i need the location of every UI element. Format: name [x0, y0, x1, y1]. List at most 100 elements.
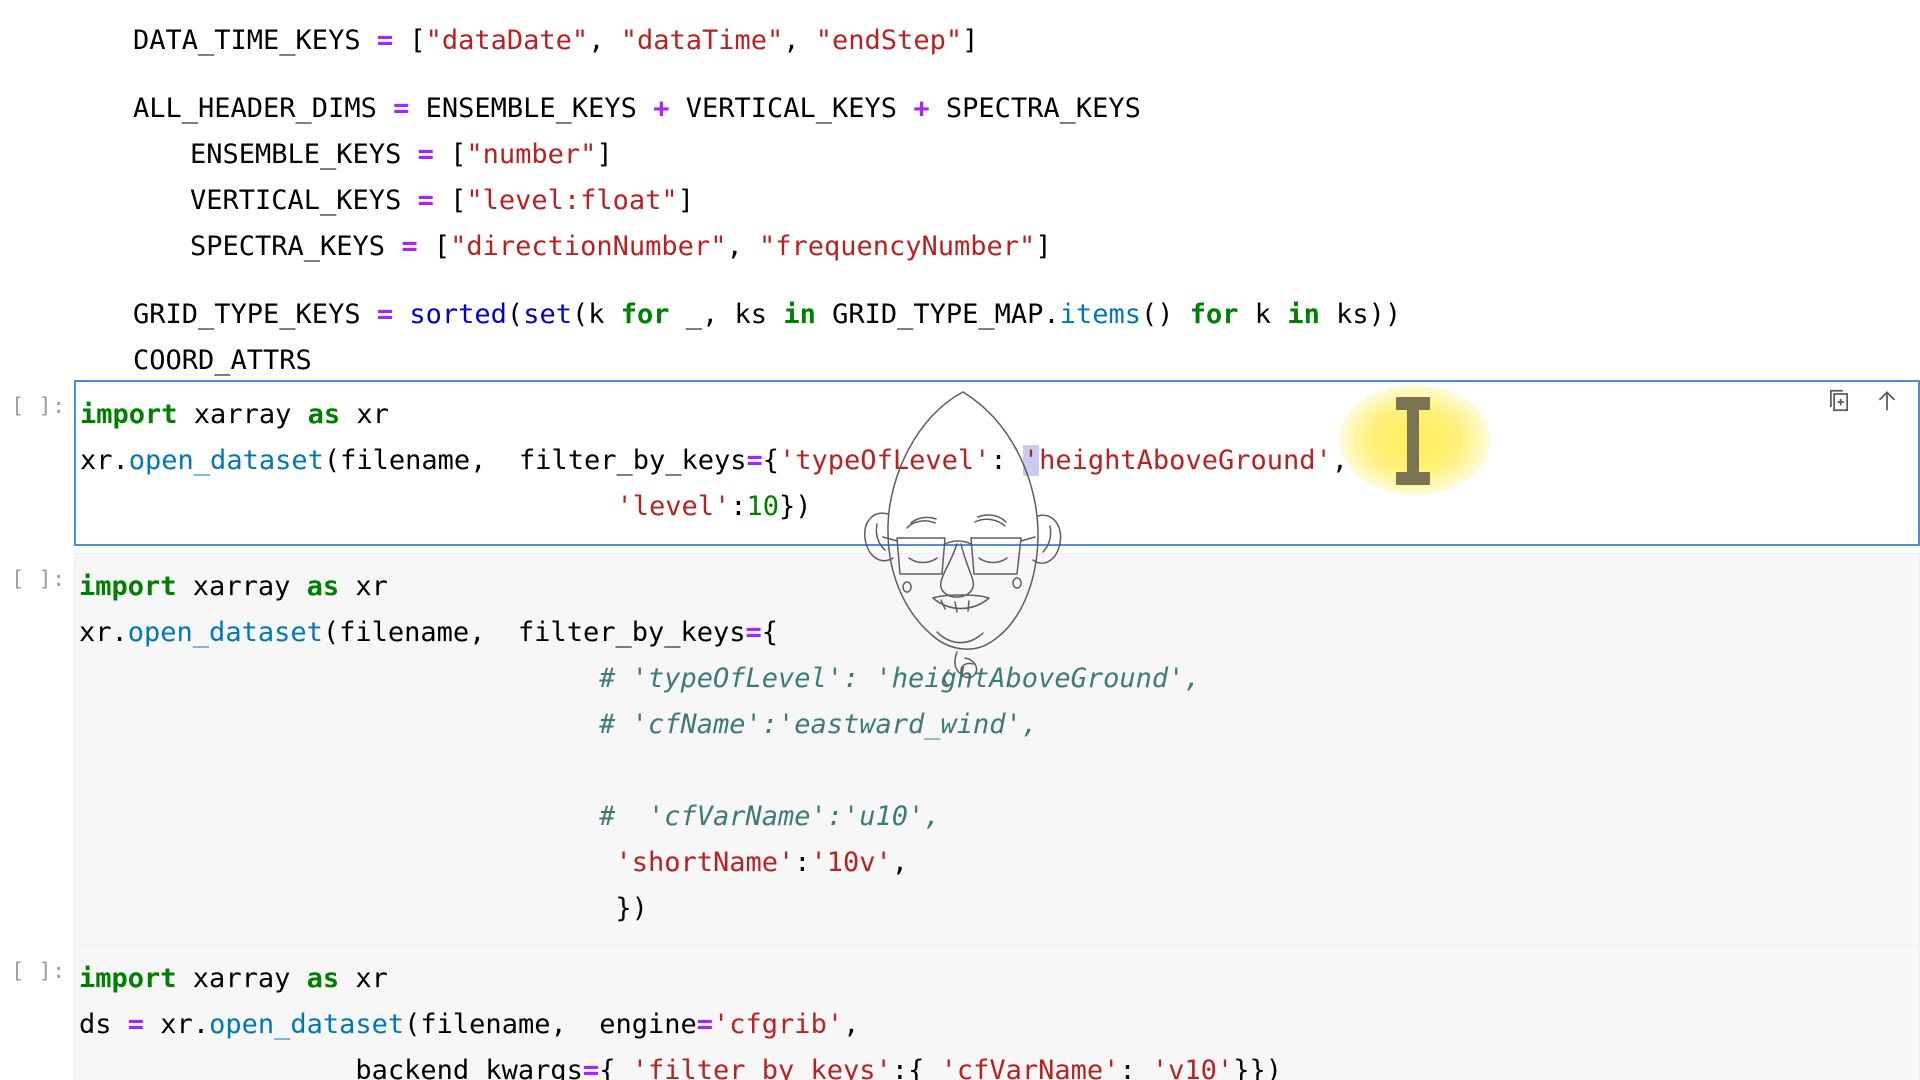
code-token: import — [80, 399, 178, 430]
code-token: ] — [1035, 231, 1052, 262]
duplicate-cell-icon[interactable] — [1826, 388, 1852, 414]
code-token: "dataTime" — [620, 25, 784, 56]
code-token: ALL_HEADER_DIMS — [133, 93, 394, 124]
code-line: ENSEMBLE_KEYS = ["number"] — [0, 132, 1920, 178]
code-token: = — [745, 617, 762, 648]
cell-toolbar — [1826, 388, 1900, 414]
code-line[interactable]: import xarray as xr — [79, 956, 1919, 1002]
code-line: SPECTRA_KEYS = ["directionNumber", "freq… — [0, 224, 1920, 270]
code-token: COORD_ATTRS — [133, 345, 312, 376]
code-token: + — [653, 93, 670, 124]
code-token: ] — [962, 25, 979, 56]
code-line[interactable]: import xarray as xr — [79, 564, 1919, 610]
code-token: "endStep" — [815, 25, 963, 56]
code-token: = — [582, 1055, 600, 1080]
code-token: ds — [79, 1009, 128, 1040]
code-token: { — [761, 617, 779, 648]
code-token: "level:float" — [466, 185, 678, 216]
code-token: in — [783, 299, 816, 330]
code-token: GRID_TYPE_MAP. — [815, 299, 1060, 330]
cell-editor[interactable]: import xarray as xr ds = xr.open_dataset(… — [74, 945, 1920, 1080]
code-token: [ — [433, 185, 467, 216]
code-token: 'typeOfLevel' — [779, 445, 991, 476]
code-token: for — [1189, 299, 1239, 330]
code-token: "frequencyNumber" — [758, 231, 1036, 262]
code-token: : — [990, 445, 1023, 476]
code-line: ALL_HEADER_DIMS = ENSEMBLE_KEYS + VERTIC… — [0, 86, 1920, 132]
code-line[interactable]: import xarray as xr — [80, 392, 1918, 438]
code-token: 'level' — [616, 491, 731, 522]
cell-execution-prompt: [ ]: — [11, 394, 66, 418]
code-token: xarray — [177, 399, 308, 430]
code-token: xr. — [80, 445, 129, 476]
code-token: "directionNumber" — [450, 231, 727, 262]
code-line[interactable]: # 'typeOfLevel': 'heightAboveGround', — [79, 656, 1919, 702]
cell-editor-active[interactable]: import xarray as xr xr.open_dataset(filen… — [74, 380, 1920, 546]
code-token: 'cfgrib' — [713, 1009, 844, 1040]
code-line[interactable]: ds = xr.open_dataset(filename, engine='c… — [79, 1002, 1919, 1048]
code-token: }) — [79, 893, 648, 924]
code-token: SPECTRA_KEYS — [929, 93, 1141, 124]
code-token: { — [599, 1055, 632, 1080]
code-token: ENSEMBLE_KEYS — [409, 93, 654, 124]
code-token: ' — [1022, 445, 1040, 476]
code-token: open_dataset — [127, 617, 323, 648]
code-line[interactable]: backend_kwargs={ 'filter_by_keys':{ 'cfV… — [79, 1048, 1919, 1080]
notebook-cell[interactable]: [ ]: import xarray as xr xr.open_dataset(f… — [0, 380, 1920, 546]
code-token: import — [79, 963, 177, 994]
source-code-listing: DATA_TIME_KEYS = ["dataDate", "dataTime"… — [0, 0, 1920, 384]
code-token: (filename, filter_by_keys — [323, 445, 747, 476]
code-token: 'cfVarName' — [940, 1055, 1120, 1080]
code-token: open_dataset — [128, 445, 324, 476]
notebook-cell[interactable]: [ ]: import xarray as xr ds = xr.open_data… — [0, 945, 1920, 1080]
code-token: xr. — [79, 617, 128, 648]
code-token: as — [306, 963, 340, 994]
code-line[interactable]: 'level':10}) — [80, 484, 1918, 530]
code-line: COORD_ATTRS — [0, 338, 1920, 384]
code-token: = — [376, 299, 394, 330]
code-token: { — [762, 445, 780, 476]
code-token: "dataDate" — [425, 25, 589, 56]
code-token: xarray — [176, 963, 307, 994]
code-token: = — [417, 139, 434, 170]
code-token: , — [783, 25, 816, 56]
code-token: : — [730, 491, 747, 522]
code-line[interactable]: xr.open_dataset(filename, filter_by_keys… — [80, 438, 1918, 484]
code-token: }}) — [1233, 1055, 1282, 1080]
notebook-cell[interactable]: [ ]: import xarray as xr xr.open_dataset(f… — [0, 553, 1920, 947]
cell-editor[interactable]: import xarray as xr xr.open_dataset(filen… — [74, 553, 1920, 947]
code-token: # 'cfName':'eastward_wind', — [599, 709, 1039, 740]
code-token: }) — [779, 491, 812, 522]
code-token: { — [908, 1055, 941, 1080]
code-token: ] — [596, 139, 613, 170]
code-line[interactable]: # 'cfName':'eastward_wind', — [79, 702, 1919, 748]
code-line[interactable]: }) — [79, 886, 1919, 932]
code-token: xr. — [144, 1009, 210, 1040]
code-line[interactable]: 'shortName':'10v', — [79, 840, 1919, 886]
code-line[interactable]: xr.open_dataset(filename, filter_by_keys… — [79, 610, 1919, 656]
code-line[interactable]: # 'cfVarName':'u10', — [79, 794, 1919, 840]
code-token: [ — [433, 139, 467, 170]
code-token: VERTICAL_KEYS — [669, 93, 914, 124]
move-cell-up-icon[interactable] — [1874, 388, 1900, 414]
code-token: # 'cfVarName':'u10', — [599, 801, 941, 832]
code-token: xr — [340, 399, 389, 430]
code-token: '10v' — [810, 847, 892, 878]
code-token: DATA_TIME_KEYS — [133, 25, 377, 56]
code-token: "number" — [466, 139, 597, 170]
code-token: open_dataset — [209, 1009, 405, 1040]
code-token: [ — [393, 25, 426, 56]
cell-execution-prompt: [ ]: — [11, 959, 66, 983]
code-token: set — [523, 299, 572, 330]
code-token: 'shortName' — [615, 847, 795, 878]
code-line[interactable] — [79, 748, 1919, 794]
code-token: items — [1059, 299, 1141, 330]
code-token: = — [401, 231, 418, 262]
code-token: 10 — [746, 491, 780, 522]
